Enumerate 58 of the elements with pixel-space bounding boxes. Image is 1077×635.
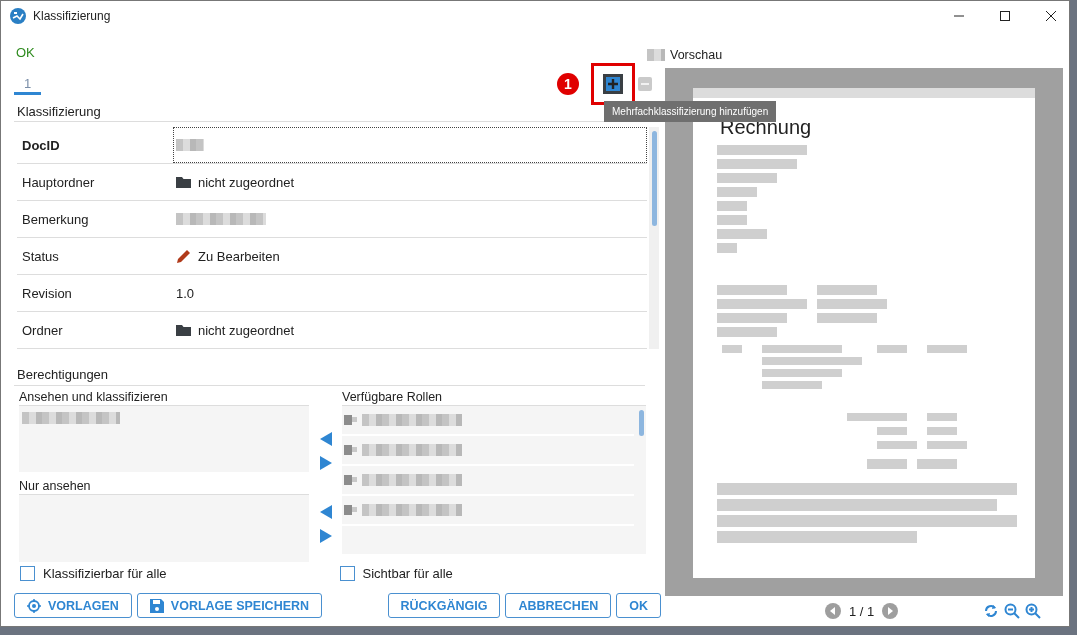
zoom-out-icon[interactable] bbox=[1004, 603, 1020, 619]
checkbox[interactable] bbox=[20, 566, 35, 581]
role-icon bbox=[344, 443, 358, 457]
field-value[interactable]: nicht zugeordnet bbox=[173, 164, 647, 200]
field-label: Hauptordner bbox=[21, 173, 96, 192]
left-arrow-icon[interactable] bbox=[319, 504, 332, 519]
button[interactable]: OK bbox=[616, 593, 661, 618]
role-icon bbox=[344, 473, 358, 487]
field-value[interactable]: 1.0 bbox=[173, 275, 647, 311]
button[interactable]: RÜCKGÄNGIG bbox=[387, 593, 501, 618]
target-icon bbox=[27, 598, 41, 613]
button[interactable]: VORLAGE SPEICHERN bbox=[136, 593, 323, 618]
checkbox-label: Sichtbar für alle bbox=[362, 566, 453, 581]
checkbox[interactable] bbox=[339, 566, 355, 581]
window-title: Klassifizierung bbox=[33, 9, 111, 23]
previous-page-icon[interactable] bbox=[825, 603, 841, 619]
redacted-text bbox=[647, 49, 665, 61]
page-indicator: 1 / 1 bbox=[849, 603, 875, 619]
tab[interactable]: 1 bbox=[14, 64, 41, 95]
close-icon[interactable] bbox=[1045, 10, 1057, 22]
pencil-icon bbox=[176, 248, 191, 264]
tooltip: Mehrfachklassifizierung hinzufügen bbox=[604, 101, 777, 122]
maximize-icon[interactable] bbox=[999, 10, 1011, 22]
preview-title: Vorschau bbox=[670, 48, 723, 62]
field-value[interactable] bbox=[173, 127, 647, 163]
next-page-icon[interactable] bbox=[882, 603, 899, 619]
field-label: Ordner bbox=[21, 321, 64, 340]
field-label: Status bbox=[21, 247, 60, 266]
right-arrow-icon[interactable] bbox=[319, 455, 332, 470]
scrollbar[interactable] bbox=[649, 127, 659, 349]
field-text: 1.0 bbox=[176, 285, 195, 301]
section-title: Berechtigungen bbox=[14, 367, 645, 386]
zoom-in-icon[interactable] bbox=[1025, 603, 1041, 619]
field-label: Bemerkung bbox=[21, 210, 90, 229]
status-text: OK bbox=[16, 45, 35, 61]
app-icon bbox=[10, 8, 26, 24]
role-icon bbox=[344, 503, 358, 517]
folder-icon bbox=[176, 324, 191, 336]
button[interactable]: ABBRECHEN bbox=[505, 593, 612, 618]
redacted-text bbox=[176, 139, 204, 151]
right-arrow-icon[interactable] bbox=[319, 528, 332, 543]
field-value[interactable]: Zu Bearbeiten bbox=[173, 238, 647, 274]
field-text: nicht zugeordnet bbox=[198, 322, 295, 338]
checkbox-label: Klassifizierbar für alle bbox=[43, 566, 167, 581]
field-value[interactable]: nicht zugeordnet bbox=[173, 312, 647, 348]
scrollbar-thumb[interactable] bbox=[651, 131, 657, 226]
refresh-zoom-icon[interactable] bbox=[983, 603, 999, 619]
field-text: nicht zugeordnet bbox=[198, 174, 295, 190]
scrollbar-thumb[interactable] bbox=[638, 410, 644, 436]
add-icon[interactable] bbox=[603, 73, 623, 94]
button[interactable]: VORLAGEN bbox=[14, 593, 132, 618]
field-label: Revision bbox=[21, 284, 73, 303]
field-text: Zu Bearbeiten bbox=[198, 248, 280, 264]
annotation-badge: 1 bbox=[557, 72, 579, 95]
folder-icon bbox=[176, 176, 191, 188]
left-arrow-icon[interactable] bbox=[319, 431, 332, 446]
role-icon bbox=[344, 413, 358, 427]
field-label: DocID bbox=[21, 136, 61, 155]
